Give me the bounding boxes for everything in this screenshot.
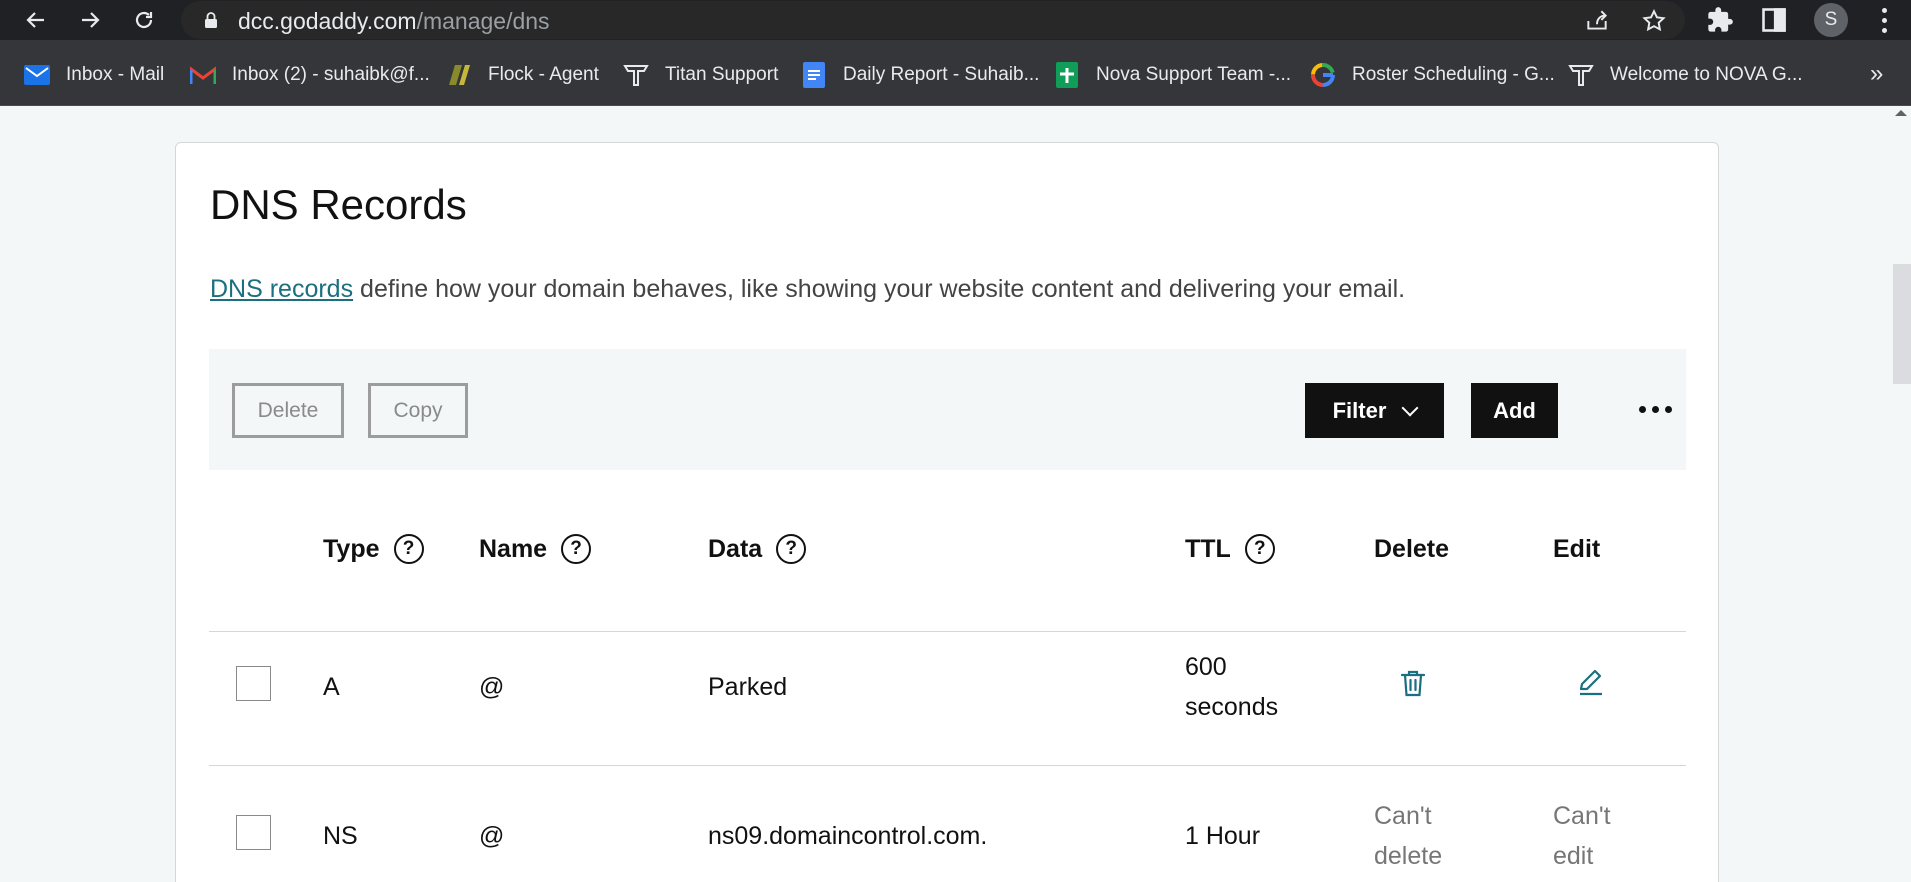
column-label: TTL [1185, 534, 1231, 563]
help-icon[interactable]: ? [393, 534, 424, 564]
browser-menu-icon[interactable] [1874, 4, 1894, 36]
trash-icon[interactable] [1397, 667, 1429, 699]
column-label: Data [708, 534, 763, 563]
column-label: Name [479, 534, 548, 563]
column-header-name: Name ? [479, 531, 592, 567]
pencil-icon[interactable] [1575, 665, 1607, 697]
column-header-delete: Delete [1374, 534, 1450, 563]
column-header-edit: Edit [1553, 534, 1601, 563]
cant-edit-text: Can't edit [1553, 796, 1611, 876]
gmail-icon [190, 62, 216, 88]
record-ttl: 600 seconds [1185, 647, 1278, 727]
bookmark-star-icon[interactable] [1641, 8, 1667, 34]
bookmark-titan-support[interactable]: Titan Support [623, 61, 778, 89]
address-bar[interactable]: dcc.godaddy.com/manage/dns [181, 1, 1685, 39]
record-type: A [323, 673, 340, 701]
action-bar: Delete Copy Filter Add [209, 349, 1686, 470]
row-checkbox[interactable] [236, 815, 271, 850]
description-text: define how your domain behaves, like sho… [353, 275, 1406, 303]
forward-icon[interactable] [74, 4, 106, 36]
bookmark-gmail[interactable]: Inbox (2) - suhaibk@f... [190, 61, 430, 89]
scroll-up-arrow[interactable] [1895, 110, 1907, 116]
bookmark-label: Flock - Agent [488, 64, 599, 85]
copy-button[interactable]: Copy [368, 383, 468, 438]
row-divider [209, 765, 1686, 766]
column-label: Type [323, 534, 380, 563]
record-data: ns09.domaincontrol.com. [708, 822, 988, 850]
header-divider [209, 631, 1686, 632]
bookmark-nova-support[interactable]: Nova Support Team -... [1054, 61, 1291, 89]
back-icon[interactable] [20, 4, 52, 36]
bookmark-roster-scheduling[interactable]: Roster Scheduling - G... [1310, 61, 1555, 89]
docs-icon [801, 62, 827, 88]
ttl-unit: seconds [1185, 693, 1279, 721]
column-header-ttl: TTL ? [1185, 531, 1275, 567]
extensions-icon[interactable] [1706, 6, 1734, 34]
bookmark-label: Nova Support Team -... [1096, 64, 1292, 85]
url-text[interactable]: dcc.godaddy.com/manage/dns [238, 8, 550, 35]
record-name: @ [479, 673, 505, 701]
bookmark-daily-report[interactable]: Daily Report - Suhaib... [801, 61, 1039, 89]
scrollbar-thumb[interactable] [1893, 264, 1911, 384]
cant-delete-text: Can't delete [1374, 796, 1442, 876]
sheets-icon [1054, 62, 1080, 88]
reload-icon[interactable] [128, 4, 160, 36]
side-panel-icon[interactable] [1760, 6, 1788, 34]
mail-icon [24, 62, 50, 88]
cant-delete-line: delete [1374, 842, 1443, 870]
record-name: @ [479, 822, 505, 850]
bookmarks-bar: Inbox - Mail Inbox (2) - suhaibk@f... Fl… [0, 40, 1911, 106]
cant-edit-line: edit [1553, 842, 1594, 870]
delete-button[interactable]: Delete [232, 383, 344, 438]
help-icon[interactable]: ? [1244, 534, 1275, 564]
bookmark-inbox-mail[interactable]: Inbox - Mail [24, 61, 164, 89]
cant-delete-line: Can't [1374, 802, 1432, 830]
dns-description: DNS records define how your domain behav… [210, 275, 1405, 304]
add-button[interactable]: Add [1471, 383, 1558, 438]
row-checkbox[interactable] [236, 666, 271, 701]
bookmark-label: Inbox (2) - suhaibk@f... [232, 64, 430, 85]
dns-records-link[interactable]: DNS records [210, 275, 353, 303]
help-icon[interactable]: ? [561, 534, 592, 564]
record-type: NS [323, 822, 358, 850]
browser-toolbar: dcc.godaddy.com/manage/dns S [0, 0, 1911, 40]
bookmark-welcome-nova[interactable]: Welcome to NOVA G... [1568, 61, 1803, 89]
ttl-value: 600 [1185, 653, 1227, 681]
cant-edit-line: Can't [1553, 802, 1611, 830]
page-title: DNS Records [210, 181, 467, 228]
bookmark-label: Inbox - Mail [66, 64, 165, 85]
bookmark-label: Roster Scheduling - G... [1352, 64, 1555, 85]
filter-button[interactable]: Filter [1305, 383, 1444, 438]
filter-label: Filter [1332, 397, 1387, 423]
column-header-type: Type ? [323, 531, 424, 567]
more-bookmarks-button[interactable]: » [1870, 60, 1883, 88]
bookmark-flock[interactable]: Flock - Agent [446, 61, 599, 89]
column-header-data: Data ? [708, 531, 807, 567]
titan-icon [623, 62, 649, 88]
help-icon[interactable]: ? [776, 534, 807, 564]
more-options-icon[interactable] [1639, 406, 1672, 413]
google-icon [1310, 62, 1336, 88]
chevron-down-icon [1401, 399, 1419, 416]
bookmark-label: Welcome to NOVA G... [1610, 64, 1803, 85]
bookmark-label: Titan Support [665, 64, 779, 85]
record-ttl: 1 Hour [1185, 822, 1261, 850]
dns-records-card: DNS Records DNS records define how your … [175, 142, 1719, 882]
share-icon[interactable] [1584, 8, 1610, 34]
titan-icon [1568, 62, 1594, 88]
profile-avatar[interactable]: S [1814, 3, 1848, 37]
bookmark-label: Daily Report - Suhaib... [843, 64, 1040, 85]
lock-icon [205, 12, 217, 28]
flock-icon [446, 62, 472, 88]
page-content: DNS Records DNS records define how your … [0, 106, 1911, 882]
record-data: Parked [708, 673, 788, 701]
